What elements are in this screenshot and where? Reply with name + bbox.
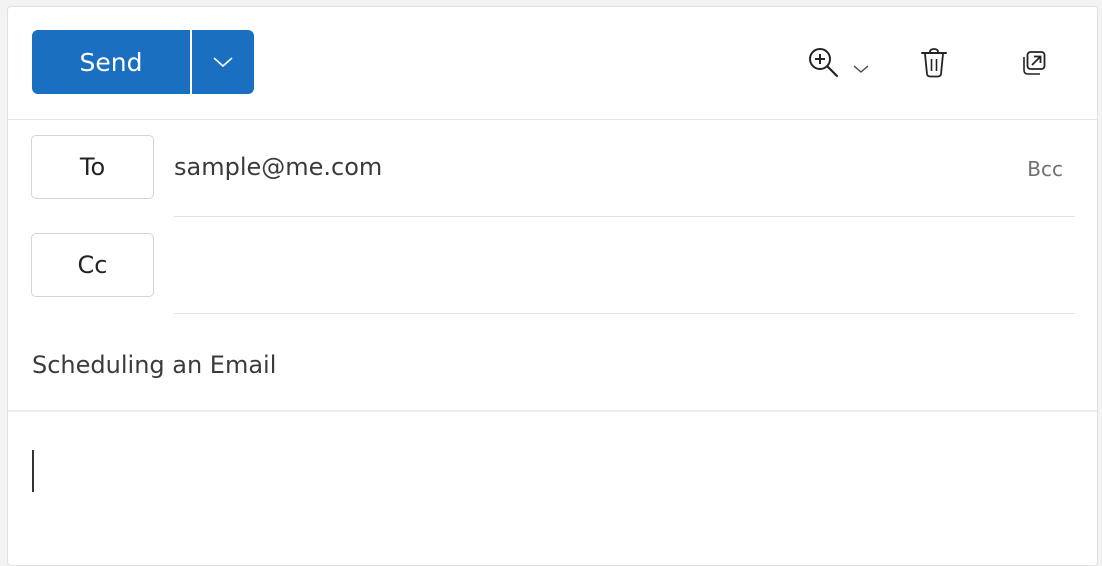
chevron-down-icon: [213, 57, 233, 68]
send-button[interactable]: Send: [32, 30, 190, 94]
to-button[interactable]: To: [31, 135, 154, 199]
to-recipient[interactable]: sample@me.com: [174, 153, 382, 181]
compose-toolbar: Send: [8, 7, 1097, 120]
cc-button[interactable]: Cc: [31, 233, 154, 297]
send-split-button: Send: [32, 30, 254, 94]
discard-button[interactable]: [916, 43, 952, 83]
chevron-down-icon: [853, 65, 869, 73]
popout-button[interactable]: [1016, 43, 1052, 83]
to-field[interactable]: sample@me.com: [174, 142, 1075, 192]
trash-icon: [921, 48, 947, 78]
open-in-new-window-icon: [1023, 51, 1046, 75]
to-field-divider: [174, 216, 1075, 217]
compose-panel: Send To sample@me.com Bcc Cc Scheduling …: [7, 6, 1098, 566]
cc-field-divider: [174, 313, 1075, 314]
text-cursor: [32, 450, 34, 492]
zoom-in-icon: [809, 48, 839, 78]
cc-field[interactable]: [174, 240, 1075, 290]
zoom-button[interactable]: [804, 43, 874, 83]
subject-field[interactable]: Scheduling an Email: [32, 337, 1072, 393]
message-body-editor[interactable]: [8, 412, 1097, 562]
send-options-button[interactable]: [192, 30, 254, 94]
bcc-link[interactable]: Bcc: [1027, 157, 1063, 181]
subject-text[interactable]: Scheduling an Email: [32, 351, 276, 379]
